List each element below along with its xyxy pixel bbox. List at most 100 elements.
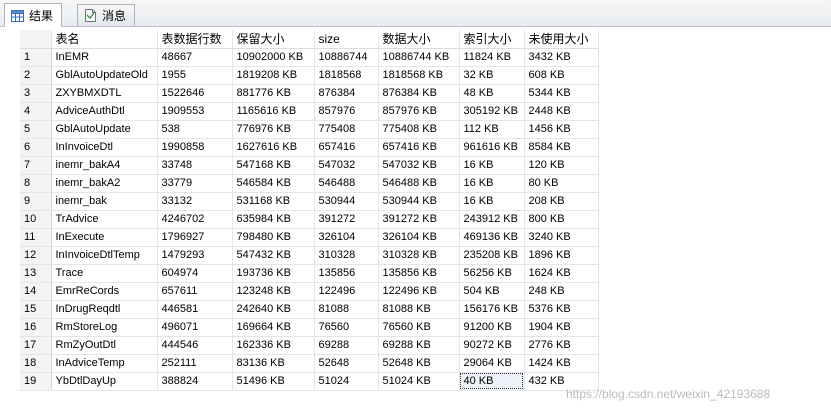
cell-index-size[interactable]: 11824 KB (459, 48, 525, 67)
cell-unused-size[interactable]: 80 KB (524, 174, 599, 193)
row-header[interactable]: 15 (20, 300, 52, 319)
row-header[interactable]: 4 (20, 102, 52, 121)
cell-data-size[interactable]: 69288 KB (378, 336, 460, 355)
cell-unused-size[interactable]: 3432 KB (524, 48, 599, 67)
cell-size[interactable]: 657416 (314, 138, 379, 157)
cell-row-count[interactable]: 1796927 (157, 228, 233, 247)
cell-table-name[interactable]: GblAutoUpdate (51, 120, 158, 139)
table-row[interactable]: 15 InDrugReqdtl 446581 242640 KB 81088 81088 … (20, 300, 599, 319)
cell-index-size[interactable]: 40 KB (459, 372, 525, 391)
cell-size[interactable]: 69288 (314, 336, 379, 355)
table-row[interactable]: 7 inemr_bakA4 33748 547168 KB 547032 547032 K… (20, 156, 599, 175)
cell-row-count[interactable]: 33748 (157, 156, 233, 175)
cell-data-size[interactable]: 135856 KB (378, 264, 460, 283)
cell-reserved-size[interactable]: 881776 KB (232, 84, 315, 103)
cell-table-name[interactable]: InDrugReqdtl (51, 300, 158, 319)
table-row[interactable]: 14 EmrReCords 657611 123248 KB 122496 122496 … (20, 282, 599, 301)
cell-size[interactable]: 530944 (314, 192, 379, 211)
cell-index-size[interactable]: 243912 KB (459, 210, 525, 229)
column-header-size[interactable]: size (314, 30, 379, 49)
cell-row-count[interactable]: 48667 (157, 48, 233, 67)
table-row[interactable]: 9 inemr_bak 33132 531168 KB 530944 530944 KB 1… (20, 192, 599, 211)
column-header-data-size[interactable]: 数据大小 (378, 30, 460, 49)
cell-unused-size[interactable]: 2448 KB (524, 102, 599, 121)
cell-row-count[interactable]: 444546 (157, 336, 233, 355)
cell-data-size[interactable]: 122496 KB (378, 282, 460, 301)
cell-size[interactable]: 876384 (314, 84, 379, 103)
cell-row-count[interactable]: 1522646 (157, 84, 233, 103)
cell-index-size[interactable]: 305192 KB (459, 102, 525, 121)
cell-row-count[interactable]: 604974 (157, 264, 233, 283)
cell-table-name[interactable]: ZXYBMXDTL (51, 84, 158, 103)
cell-unused-size[interactable]: 8584 KB (524, 138, 599, 157)
cell-reserved-size[interactable]: 193736 KB (232, 264, 315, 283)
cell-size[interactable]: 51024 (314, 372, 379, 391)
cell-index-size[interactable]: 32 KB (459, 66, 525, 85)
row-header[interactable]: 1 (20, 48, 52, 67)
cell-table-name[interactable]: InEMR (51, 48, 158, 67)
cell-table-name[interactable]: inemr_bakA2 (51, 174, 158, 193)
table-row[interactable]: 13 Trace 604974 193736 KB 135856 135856 KB 562… (20, 264, 599, 283)
cell-index-size[interactable]: 29064 KB (459, 354, 525, 373)
cell-size[interactable]: 135856 (314, 264, 379, 283)
cell-index-size[interactable]: 235208 KB (459, 246, 525, 265)
table-row[interactable]: 16 RmStoreLog 496071 169664 KB 76560 76560 KB… (20, 318, 599, 337)
cell-table-name[interactable]: TrAdvice (51, 210, 158, 229)
cell-size[interactable]: 1818568 (314, 66, 379, 85)
cell-index-size[interactable]: 16 KB (459, 192, 525, 211)
cell-row-count[interactable]: 1990858 (157, 138, 233, 157)
cell-reserved-size[interactable]: 1165616 KB (232, 102, 315, 121)
cell-row-count[interactable]: 446581 (157, 300, 233, 319)
cell-data-size[interactable]: 326104 KB (378, 228, 460, 247)
cell-data-size[interactable]: 876384 KB (378, 84, 460, 103)
cell-data-size[interactable]: 530944 KB (378, 192, 460, 211)
cell-reserved-size[interactable]: 1819208 KB (232, 66, 315, 85)
cell-index-size[interactable]: 48 KB (459, 84, 525, 103)
cell-reserved-size[interactable]: 162336 KB (232, 336, 315, 355)
cell-data-size[interactable]: 547032 KB (378, 156, 460, 175)
cell-data-size[interactable]: 1818568 KB (378, 66, 460, 85)
column-header-row-count[interactable]: 表数据行数 (157, 30, 233, 49)
table-row[interactable]: 6 InInvoiceDtl 1990858 1627616 KB 657416 6574… (20, 138, 599, 157)
row-header[interactable]: 19 (20, 372, 52, 391)
row-header[interactable]: 12 (20, 246, 52, 265)
cell-size[interactable]: 81088 (314, 300, 379, 319)
cell-data-size[interactable]: 51024 KB (378, 372, 460, 391)
cell-size[interactable]: 857976 (314, 102, 379, 121)
cell-data-size[interactable]: 81088 KB (378, 300, 460, 319)
row-header[interactable]: 2 (20, 66, 52, 85)
row-header[interactable]: 14 (20, 282, 52, 301)
cell-data-size[interactable]: 76560 KB (378, 318, 460, 337)
table-row[interactable]: 18 InAdviceTemp 252111 83136 KB 52648 52648 K… (20, 354, 599, 373)
row-header[interactable]: 9 (20, 192, 52, 211)
cell-reserved-size[interactable]: 10902000 KB (232, 48, 315, 67)
cell-row-count[interactable]: 252111 (157, 354, 233, 373)
cell-table-name[interactable]: AdviceAuthDtl (51, 102, 158, 121)
row-header[interactable]: 10 (20, 210, 52, 229)
column-header-reserved-size[interactable]: 保留大小 (232, 30, 315, 49)
cell-reserved-size[interactable]: 547432 KB (232, 246, 315, 265)
cell-reserved-size[interactable]: 776976 KB (232, 120, 315, 139)
cell-reserved-size[interactable]: 546584 KB (232, 174, 315, 193)
cell-unused-size[interactable]: 120 KB (524, 156, 599, 175)
cell-data-size[interactable]: 310328 KB (378, 246, 460, 265)
table-row[interactable]: 3 ZXYBMXDTL 1522646 881776 KB 876384 876384 K… (20, 84, 599, 103)
cell-unused-size[interactable]: 3240 KB (524, 228, 599, 247)
cell-table-name[interactable]: YbDtlDayUp (51, 372, 158, 391)
cell-table-name[interactable]: inemr_bak (51, 192, 158, 211)
row-header[interactable]: 6 (20, 138, 52, 157)
tab-messages[interactable]: 消息 (77, 4, 136, 26)
cell-unused-size[interactable]: 208 KB (524, 192, 599, 211)
cell-table-name[interactable]: RmStoreLog (51, 318, 158, 337)
cell-unused-size[interactable]: 5344 KB (524, 84, 599, 103)
cell-row-count[interactable]: 33779 (157, 174, 233, 193)
cell-reserved-size[interactable]: 242640 KB (232, 300, 315, 319)
cell-index-size[interactable]: 156176 KB (459, 300, 525, 319)
column-header-index-size[interactable]: 索引大小 (459, 30, 525, 49)
table-row[interactable]: 10 TrAdvice 4246702 635984 KB 391272 391272 K… (20, 210, 599, 229)
cell-index-size[interactable]: 112 KB (459, 120, 525, 139)
row-header[interactable]: 16 (20, 318, 52, 337)
table-row[interactable]: 19 YbDtlDayUp 388824 51496 KB 51024 51024 KB 4… (20, 372, 599, 391)
cell-index-size[interactable]: 16 KB (459, 174, 525, 193)
cell-size[interactable]: 122496 (314, 282, 379, 301)
